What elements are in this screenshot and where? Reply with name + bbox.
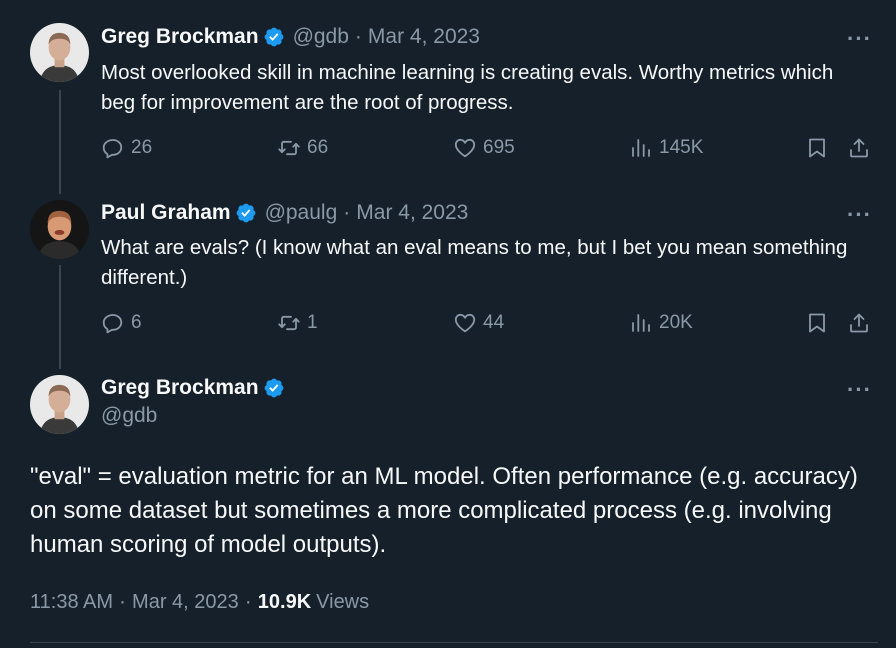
like-button[interactable]: 44 (453, 311, 504, 335)
tweet-date[interactable]: Mar 4, 2023 (368, 25, 480, 49)
tweet-actions: 6 1 44 20K (101, 311, 878, 341)
reply-icon (101, 136, 125, 160)
bookmark-icon (805, 136, 829, 160)
views-count: 10.9K (257, 590, 312, 613)
author-handle[interactable]: @gdb (101, 404, 285, 428)
separator: · (119, 590, 127, 613)
separator: · (343, 201, 351, 224)
bookmark-icon (805, 311, 829, 335)
like-icon (453, 311, 477, 335)
views-icon (629, 136, 653, 160)
thread-line-2 (59, 265, 61, 369)
bookmark-button[interactable] (805, 136, 829, 160)
author-name[interactable]: Greg Brockman (101, 25, 259, 49)
more-icon[interactable]: ··· (847, 377, 872, 403)
views-count: 20K (659, 312, 693, 333)
reply-count: 26 (131, 137, 153, 158)
views-button[interactable]: 145K (629, 136, 703, 160)
reply-button[interactable]: 26 (101, 136, 152, 160)
reply-count: 6 (131, 312, 142, 333)
share-button[interactable] (847, 311, 871, 335)
views-icon (629, 311, 653, 335)
retweet-count: 1 (307, 312, 318, 333)
views-button[interactable]: 20K (629, 311, 693, 335)
share-button[interactable] (847, 136, 871, 160)
share-icon (847, 136, 871, 160)
like-count: 695 (483, 137, 515, 158)
like-button[interactable]: 695 (453, 136, 515, 160)
avatar[interactable] (30, 200, 89, 259)
tweet-text: Most overlooked skill in machine learnin… (101, 61, 834, 114)
author-name[interactable]: Greg Brockman (101, 376, 259, 400)
tweet-header: Greg Brockman @gdb · Mar 4, 2023 (101, 25, 480, 49)
more-icon[interactable]: ··· (847, 202, 872, 228)
tweet-text: What are evals? (I know what an eval mea… (101, 236, 848, 289)
thread-line-1 (59, 90, 61, 194)
views-label: Views (316, 590, 370, 613)
tweet-header: Paul Graham @paulg · Mar 4, 2023 (101, 201, 468, 225)
tweet-date[interactable]: Mar 4, 2023 (356, 201, 468, 225)
main-tweet-text: "eval" = evaluation metric for an ML mod… (30, 463, 858, 558)
author-handle[interactable]: @gdb (293, 25, 349, 49)
divider (30, 642, 878, 643)
views-count: 145K (659, 137, 704, 158)
verified-badge-icon (263, 377, 285, 399)
retweet-icon (277, 311, 301, 335)
tweet-time[interactable]: 11:38 AM (30, 591, 113, 614)
retweet-button[interactable]: 66 (277, 136, 328, 160)
tweet-actions: 26 66 695 145K (101, 136, 878, 166)
avatar[interactable] (30, 23, 89, 82)
retweet-button[interactable]: 1 (277, 311, 318, 335)
author-name[interactable]: Paul Graham (101, 201, 231, 225)
retweet-icon (277, 136, 301, 160)
like-count: 44 (483, 312, 505, 333)
more-icon[interactable]: ··· (847, 26, 872, 52)
reply-icon (101, 311, 125, 335)
retweet-count: 66 (307, 137, 329, 158)
share-icon (847, 311, 871, 335)
verified-badge-icon (263, 26, 285, 48)
separator: · (244, 590, 252, 613)
tweet-meta: 11:38 AM · Mar 4, 2023 · 10.9K Views (30, 590, 369, 614)
tweet-date[interactable]: Mar 4, 2023 (132, 591, 239, 614)
bookmark-button[interactable] (805, 311, 829, 335)
author-handle[interactable]: @paulg (265, 201, 338, 225)
reply-button[interactable]: 6 (101, 311, 142, 335)
avatar[interactable] (30, 375, 89, 434)
like-icon (453, 136, 477, 160)
main-tweet-header: Greg Brockman @gdb (101, 376, 285, 428)
verified-badge-icon (235, 202, 257, 224)
separator: · (354, 25, 362, 48)
